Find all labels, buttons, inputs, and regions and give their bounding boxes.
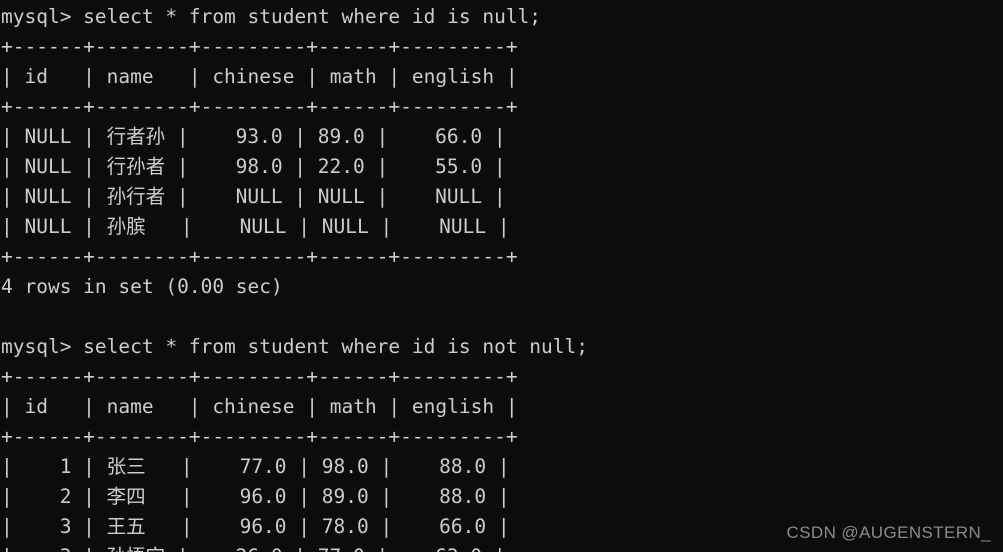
table-header-row: | id | name | chinese | math | english | bbox=[1, 65, 518, 88]
table-border-top: +------+--------+---------+------+------… bbox=[1, 365, 518, 388]
terminal-window[interactable]: mysql> select * from student where id is… bbox=[0, 0, 1003, 552]
table-header-row: | id | name | chinese | math | english | bbox=[1, 395, 518, 418]
table-border-bottom: +------+--------+---------+------+------… bbox=[1, 245, 518, 268]
table-row: | NULL | 行孙者 | 98.0 | 22.0 | 55.0 | bbox=[1, 155, 506, 178]
table-row: | NULL | 行者孙 | 93.0 | 89.0 | 66.0 | bbox=[1, 125, 506, 148]
result-status: 4 rows in set (0.00 sec) bbox=[1, 275, 283, 298]
table-border-top: +------+--------+---------+------+------… bbox=[1, 35, 518, 58]
table-row: | 2 | 李四 | 96.0 | 89.0 | 88.0 | bbox=[1, 485, 510, 508]
table-border-header: +------+--------+---------+------+------… bbox=[1, 425, 518, 448]
command-line: mysql> select * from student where id is… bbox=[1, 335, 588, 358]
table-row: | NULL | 孙膑 | NULL | NULL | NULL | bbox=[1, 215, 510, 238]
command-line: mysql> select * from student where id is… bbox=[1, 5, 542, 28]
table-row: | NULL | 孙行者 | NULL | NULL | NULL | bbox=[1, 185, 506, 208]
watermark: CSDN @AUGENSTERN_ bbox=[786, 523, 991, 542]
table-border-header: +------+--------+---------+------+------… bbox=[1, 95, 518, 118]
table-row: | 1 | 张三 | 77.0 | 98.0 | 88.0 | bbox=[1, 455, 510, 478]
